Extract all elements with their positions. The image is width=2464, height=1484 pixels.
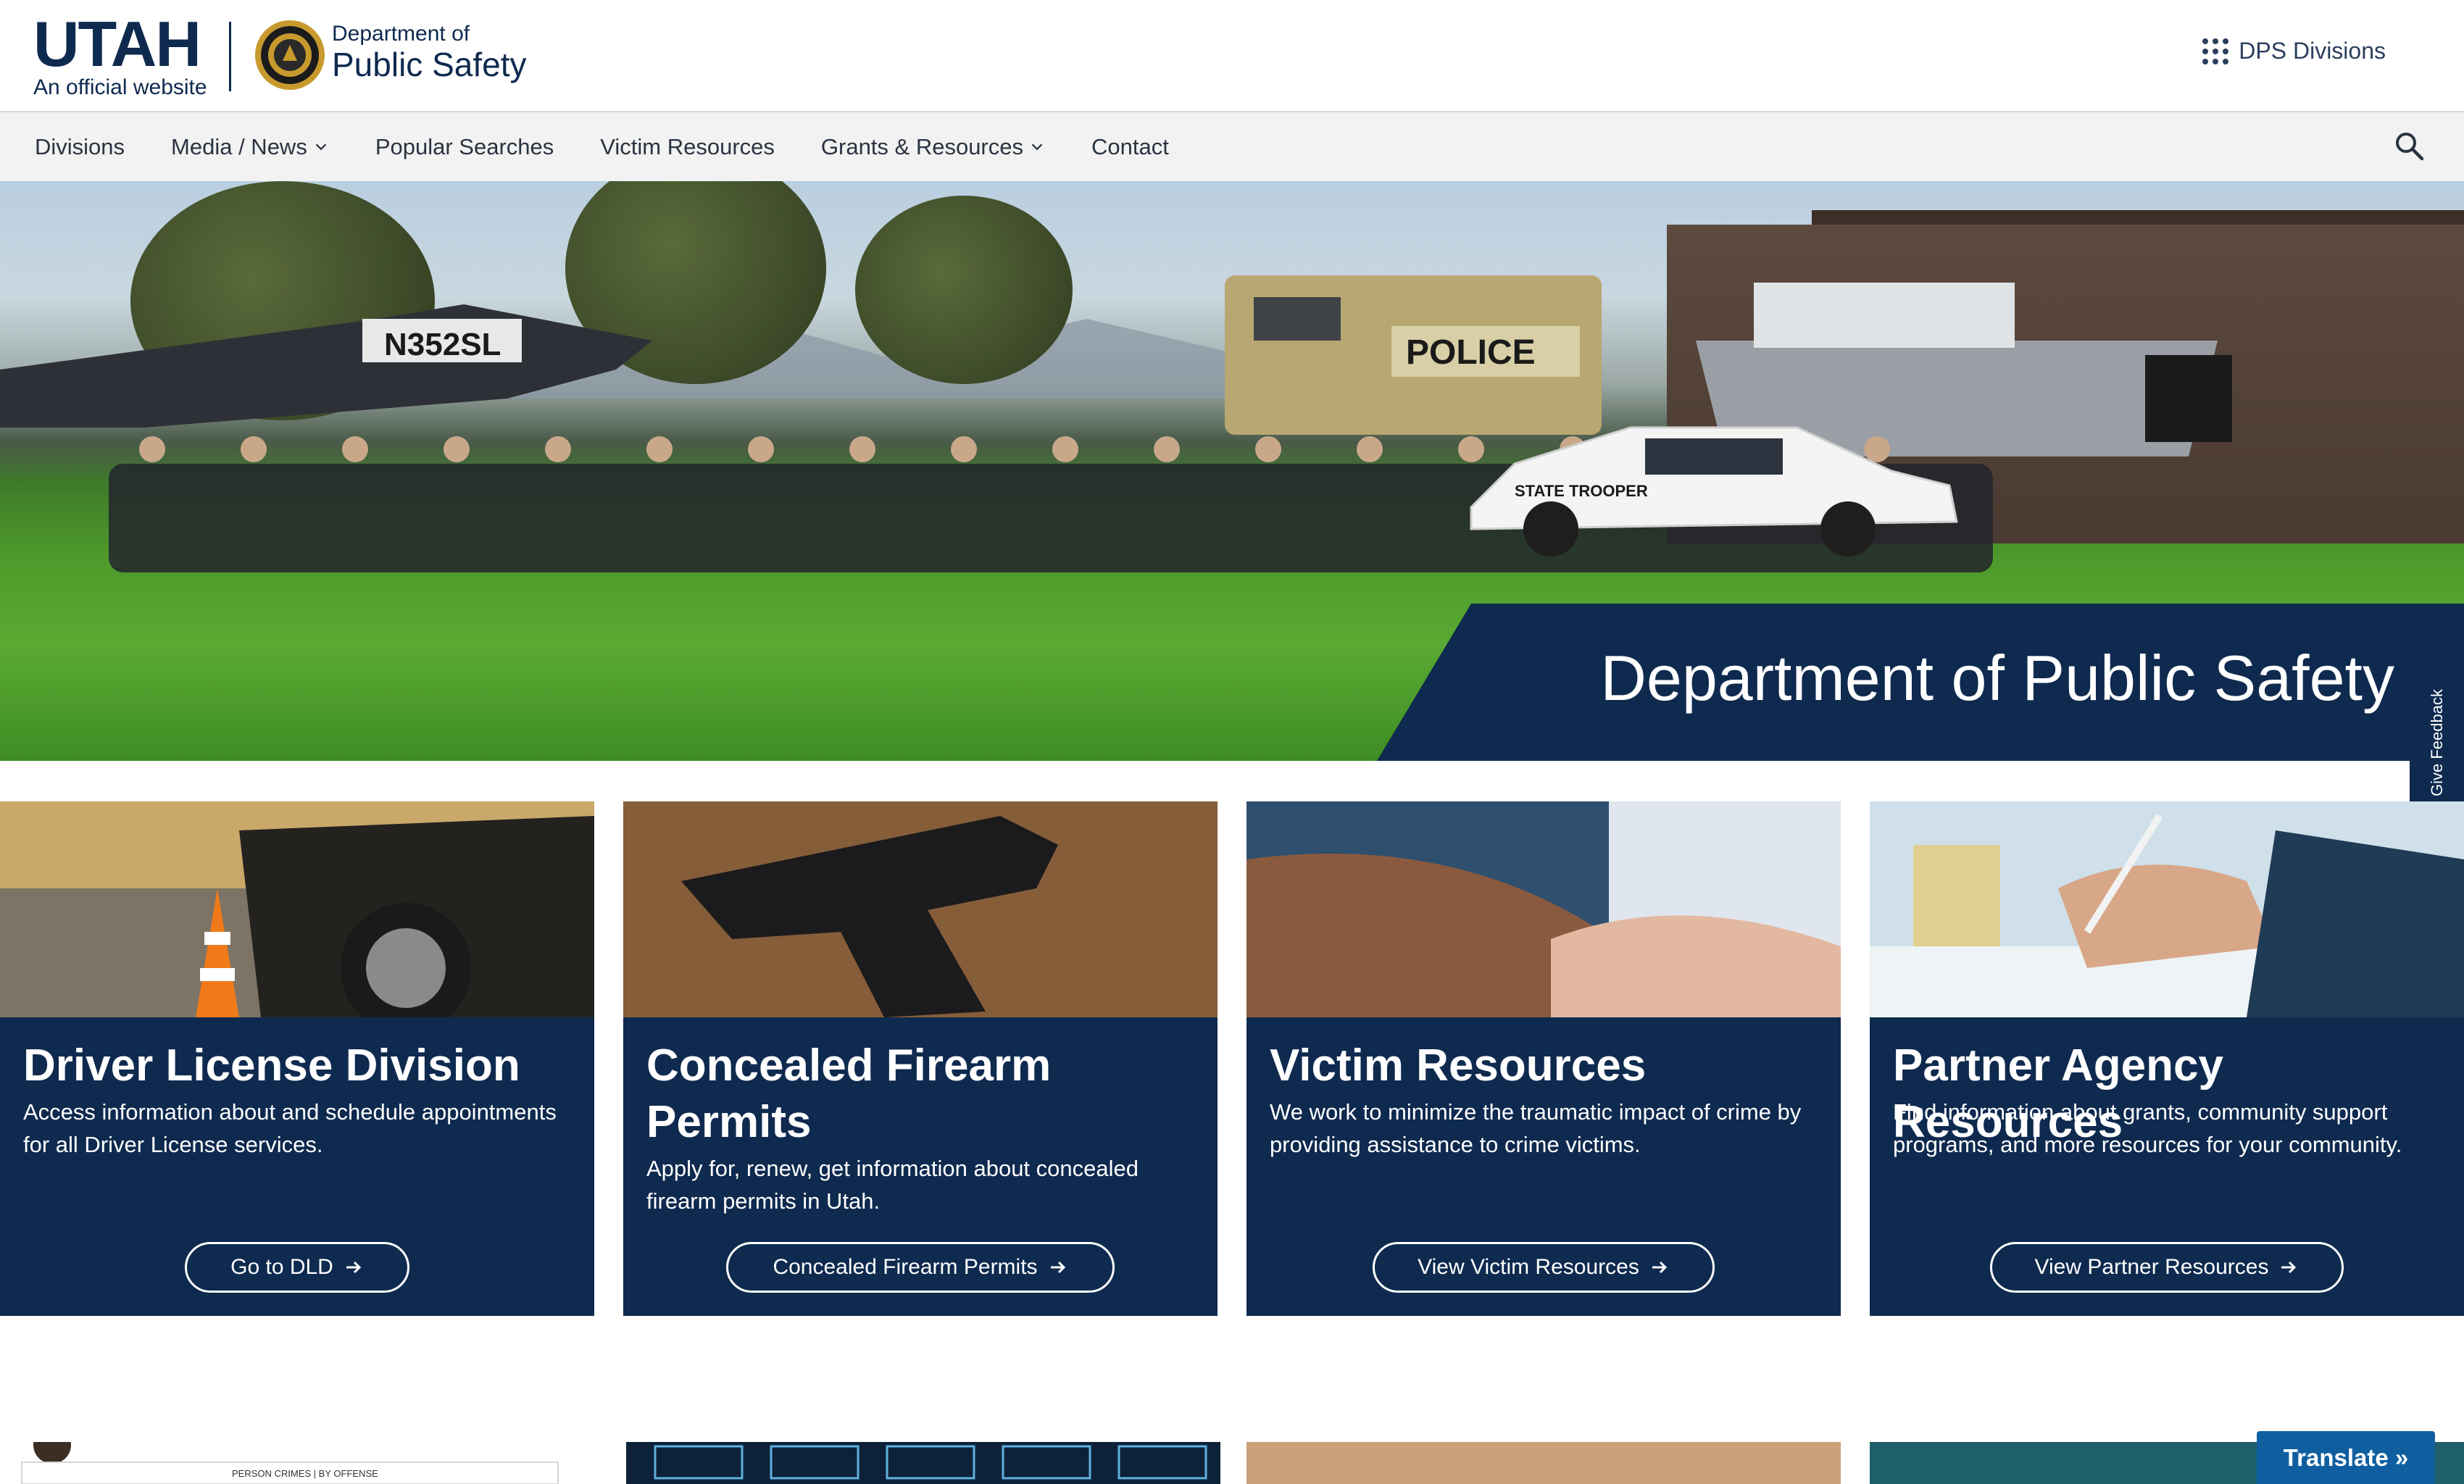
- hero-section: N352SL POLICE STATE TROOPER Department o…: [0, 181, 2464, 761]
- chevron-down-icon: [1031, 143, 1043, 150]
- card-victim-resources: Victim Resources We work to minimize the…: [1246, 801, 1841, 1316]
- trooper-car-label: STATE TROOPER: [1515, 482, 1648, 500]
- hero-title: Department of Public Safety: [1600, 642, 2394, 714]
- search-icon[interactable]: [2392, 128, 2428, 164]
- card-title: Driver License Division: [23, 1041, 520, 1091]
- main-nav: Divisions Media / News Popular Searches …: [0, 112, 2464, 181]
- arrow-right-icon: [346, 1261, 361, 1274]
- nav-item-label: Victim Resources: [600, 133, 775, 159]
- chevron-down-icon: [315, 143, 327, 150]
- nav-item-media-news[interactable]: Media / News: [171, 134, 329, 160]
- arrow-right-icon: [1652, 1261, 1667, 1274]
- nav-item-label: Divisions: [35, 133, 125, 159]
- helicopter-tail-number: N352SL: [384, 327, 501, 362]
- utah-logo[interactable]: UTAH An official website: [33, 8, 215, 101]
- nav-item-divisions[interactable]: Divisions: [35, 134, 125, 160]
- card-description: Apply for, renew, get information about …: [646, 1156, 1139, 1214]
- view-victim-resources-button[interactable]: View Victim Resources: [1373, 1242, 1715, 1293]
- translate-button[interactable]: Translate »: [2257, 1431, 2435, 1484]
- card-partner-agency: Partner Agency Resources Find informatio…: [1870, 801, 2464, 1316]
- nav-item-label: Popular Searches: [375, 133, 554, 159]
- give-feedback-label: Give Feedback: [2427, 688, 2446, 796]
- grid-menu-icon: [2202, 38, 2229, 64]
- nav-item-victim-resources[interactable]: Victim Resources: [600, 134, 775, 160]
- card-concealed-firearm: Concealed Firearm Permits Apply for, ren…: [623, 801, 1218, 1316]
- report-thumbnail-art: PERSON CRIMES | BY OFFENSE: [21, 1442, 559, 1484]
- translate-label: Translate »: [2283, 1443, 2409, 1471]
- button-label: Go to DLD: [230, 1255, 333, 1279]
- dps-divisions-label: DPS Divisions: [2239, 38, 2386, 64]
- nav-item-grants-resources[interactable]: Grants & Resources: [821, 134, 1045, 160]
- hands-thumbnail-image[interactable]: [1246, 1442, 1841, 1484]
- arrow-right-icon: [1050, 1261, 1065, 1274]
- armored-vehicle-label: POLICE: [1406, 333, 1536, 372]
- card-description: We work to minimize the traumatic impact…: [1270, 1099, 1802, 1157]
- card-description: Find information about grants, community…: [1893, 1099, 2402, 1157]
- card-title: Concealed Firearm Permits: [646, 1041, 1052, 1147]
- holding-hands-image: [1246, 801, 1841, 1017]
- card-description: Access information about and schedule ap…: [23, 1099, 557, 1157]
- button-label: View Victim Resources: [1418, 1255, 1639, 1279]
- tree-image: [855, 196, 1073, 384]
- card-title: Victim Resources: [1270, 1041, 1647, 1091]
- nav-item-contact[interactable]: Contact: [1091, 134, 1169, 160]
- card-driver-license: Driver License Division Access informati…: [0, 801, 594, 1316]
- arrow-right-icon: [2281, 1261, 2297, 1274]
- give-feedback-tab[interactable]: Give Feedback: [2410, 661, 2464, 824]
- button-label: Concealed Firearm Permits: [773, 1255, 1038, 1279]
- report-caption: PERSON CRIMES | BY OFFENSE: [232, 1468, 378, 1479]
- button-label: View Partner Resources: [2034, 1255, 2269, 1279]
- trooper-car-image: STATE TROOPER: [1470, 426, 1958, 556]
- public-safety-label: Public Safety: [332, 46, 527, 83]
- nav-item-label: Media / News: [171, 133, 307, 159]
- nav-item-label: Grants & Resources: [820, 133, 1023, 159]
- go-to-dld-button[interactable]: Go to DLD: [185, 1242, 409, 1293]
- concealed-firearm-permits-button[interactable]: Concealed Firearm Permits: [726, 1242, 1115, 1293]
- official-website-label: An official website: [33, 75, 207, 99]
- handgun-image: [623, 801, 1218, 1017]
- data-thumbnail-image[interactable]: [626, 1442, 1220, 1484]
- site-header: UTAH An official website Department of P…: [0, 0, 2464, 112]
- utah-wordmark: UTAH: [33, 8, 201, 80]
- driving-cones-image: [0, 801, 594, 1017]
- dept-of-label: Department of: [332, 22, 470, 46]
- dps-divisions-button[interactable]: DPS Divisions: [2202, 38, 2386, 64]
- dps-badge-icon[interactable]: [254, 19, 326, 91]
- nav-item-label: Contact: [1091, 133, 1169, 159]
- nav-item-popular-searches[interactable]: Popular Searches: [375, 134, 554, 160]
- report-thumbnail-image[interactable]: PERSON CRIMES | BY OFFENSE: [0, 1442, 594, 1484]
- writing-hand-image: [1870, 801, 2464, 1017]
- logo-divider: [229, 22, 231, 91]
- view-partner-resources-button[interactable]: View Partner Resources: [1990, 1242, 2344, 1293]
